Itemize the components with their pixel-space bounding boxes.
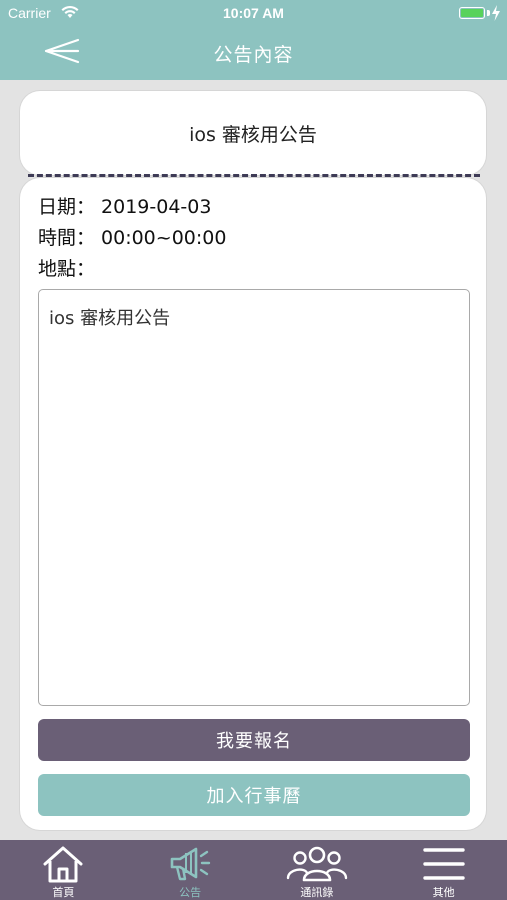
time-value: 00:00~00:00 xyxy=(101,227,227,249)
date-value: 2019-04-03 xyxy=(101,196,212,218)
clock: 10:07 AM xyxy=(223,5,284,21)
tab-home-label: 首頁 xyxy=(52,886,75,899)
page-title: 公告內容 xyxy=(213,44,294,66)
battery-tip xyxy=(487,10,490,16)
place-row: 地點： xyxy=(38,254,101,281)
date-label: 日期： xyxy=(38,196,96,218)
battery-icon xyxy=(459,7,485,19)
tab-bar: 首頁 公告 通訊錄 其他 xyxy=(0,840,507,900)
dashed-divider xyxy=(28,174,480,177)
contacts-icon xyxy=(286,846,348,882)
announcement-detail-card: 日期： 2019-04-03 時間： 00:00~00:00 地點： ios 審核用… xyxy=(20,178,486,830)
tab-announcement[interactable]: 公告 xyxy=(127,840,254,900)
charging-bolt-icon xyxy=(492,5,500,21)
tab-announcement-label: 公告 xyxy=(179,886,202,899)
content-text: ios 審核用公告 xyxy=(49,308,171,329)
announcement-title-card: ios 審核用公告 xyxy=(20,91,486,175)
announcement-content[interactable]: ios 審核用公告 xyxy=(38,289,470,706)
date-row: 日期： 2019-04-03 xyxy=(38,192,211,219)
signup-button[interactable]: 我要報名 xyxy=(38,719,470,761)
tab-contacts-label: 通訊錄 xyxy=(300,886,334,899)
announcement-title: ios 審核用公告 xyxy=(189,123,317,146)
time-row: 時間： 00:00~00:00 xyxy=(38,223,226,250)
menu-icon xyxy=(422,848,465,880)
time-label: 時間： xyxy=(38,227,96,249)
tab-other[interactable]: 其他 xyxy=(380,840,507,900)
home-icon xyxy=(43,846,83,883)
header: Carrier 10:07 AM 公告內容 xyxy=(0,0,507,80)
tab-home[interactable]: 首頁 xyxy=(0,840,127,900)
tab-other-label: 其他 xyxy=(432,886,455,899)
status-bar: Carrier 10:07 AM xyxy=(0,0,507,28)
place-label: 地點： xyxy=(38,258,96,280)
tab-contacts[interactable]: 通訊錄 xyxy=(254,840,381,900)
add-to-calendar-button[interactable]: 加入行事曆 xyxy=(38,774,470,816)
megaphone-icon xyxy=(170,847,211,881)
